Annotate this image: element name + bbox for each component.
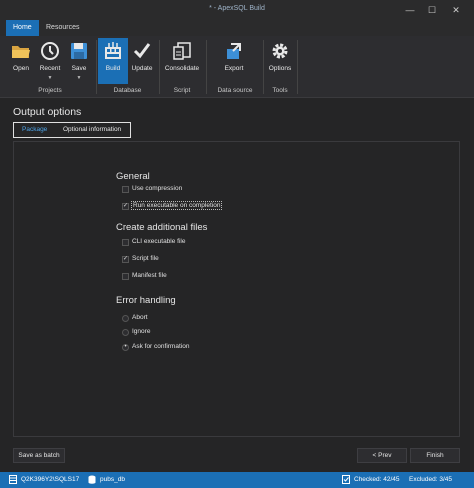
build-icon: [105, 42, 121, 59]
group-divider: [263, 40, 264, 94]
error-handling-heading: Error handling: [116, 295, 176, 306]
folder-icon: [12, 46, 30, 58]
checked-count: Checked: 42/45: [354, 476, 400, 483]
group-script-label: Script: [173, 87, 191, 94]
general-heading: General: [116, 171, 150, 182]
build-label: Build: [105, 65, 121, 72]
checkmark-icon[interactable]: ✓: [122, 256, 129, 263]
title-bar: * - ApexSQL Build — ☐ ✕: [0, 0, 474, 20]
gear-icon: [272, 43, 288, 59]
checkbox-box[interactable]: [122, 239, 129, 246]
clock-icon: [41, 42, 59, 60]
server-icon: [9, 475, 17, 484]
chevron-down-icon: ▼: [76, 75, 82, 81]
save-as-batch-button[interactable]: Save as batch: [13, 448, 65, 463]
ribbon: Open Recent ▼ Save ▼ Projects Build Upda…: [0, 36, 474, 98]
group-divider: [159, 40, 160, 94]
server-name: Q2K396Y2\SQLS17: [21, 476, 80, 483]
excluded-count: Excluded: 3/45: [409, 476, 453, 483]
status-bar: Q2K396Y2\SQLS17 pubs_db Checked: 42/45 E…: [0, 472, 474, 488]
floppy-disk-icon: [71, 43, 87, 59]
tab-home[interactable]: Home: [6, 20, 39, 36]
group-projects-label: Projects: [38, 87, 62, 94]
export-label: Export: [224, 65, 244, 72]
consolidate-label: Consolidate: [164, 65, 200, 72]
script-file-label: Script file: [132, 255, 159, 262]
prev-button[interactable]: < Prev: [357, 448, 407, 463]
recent-button[interactable]: Recent ▼: [35, 38, 65, 84]
ask-for-confirmation-label: Ask for confirmation: [132, 343, 190, 350]
open-label: Open: [13, 65, 29, 72]
options-label: Options: [268, 65, 292, 72]
recent-label: Recent: [39, 65, 61, 72]
group-tools-label: Tools: [272, 87, 288, 94]
group-divider: [96, 40, 97, 94]
save-label: Save: [71, 65, 87, 72]
group-data-source-label: Data source: [217, 87, 253, 94]
checkbox-box[interactable]: [122, 273, 129, 280]
tab-package[interactable]: Package: [16, 123, 53, 137]
ignore-label: Ignore: [132, 328, 151, 335]
consolidate-icon: [173, 42, 191, 60]
database-icon: [88, 475, 96, 484]
checkmark-icon: [133, 43, 151, 59]
radio-circle[interactable]: [122, 315, 129, 322]
group-divider: [297, 40, 298, 94]
tab-resources[interactable]: Resources: [39, 20, 86, 36]
consolidate-button[interactable]: Consolidate: [162, 38, 202, 84]
save-button[interactable]: Save ▼: [64, 38, 94, 84]
maximize-button[interactable]: ☐: [424, 3, 440, 17]
abort-label: Abort: [132, 314, 148, 321]
open-button[interactable]: Open: [6, 38, 36, 84]
update-label: Update: [131, 65, 153, 72]
tab-optional-information[interactable]: Optional information: [57, 123, 127, 137]
options-button[interactable]: Options: [265, 38, 295, 84]
chevron-down-icon: ▼: [47, 75, 53, 81]
checked-icon: [342, 475, 350, 484]
additional-files-heading: Create additional files: [116, 222, 208, 233]
build-button[interactable]: Build: [98, 38, 128, 84]
use-compression-label: Use compression: [132, 185, 183, 192]
close-button[interactable]: ✕: [448, 3, 464, 17]
checkbox-box[interactable]: [122, 186, 129, 193]
export-button[interactable]: Export: [219, 38, 249, 84]
finish-button[interactable]: Finish: [410, 448, 460, 463]
manifest-file-label: Manifest file: [132, 272, 167, 279]
subtab-strip: Package Optional information: [13, 122, 131, 138]
ribbon-tabs: Home Resources: [0, 20, 474, 36]
cli-executable-label: CLI executable file: [132, 238, 186, 245]
minimize-button[interactable]: —: [402, 3, 418, 17]
checkmark-icon[interactable]: ✓: [122, 203, 129, 210]
database-name: pubs_db: [100, 476, 125, 483]
update-button[interactable]: Update: [127, 38, 157, 84]
run-executable-label: Run executable on completion: [130, 201, 223, 210]
group-database-label: Database: [113, 87, 142, 94]
export-icon: [227, 43, 241, 59]
group-divider: [206, 40, 207, 94]
radio-circle[interactable]: [122, 329, 129, 336]
page-title: Output options: [13, 106, 82, 118]
options-panel: [13, 141, 460, 437]
radio-dot-icon[interactable]: •: [122, 344, 129, 351]
